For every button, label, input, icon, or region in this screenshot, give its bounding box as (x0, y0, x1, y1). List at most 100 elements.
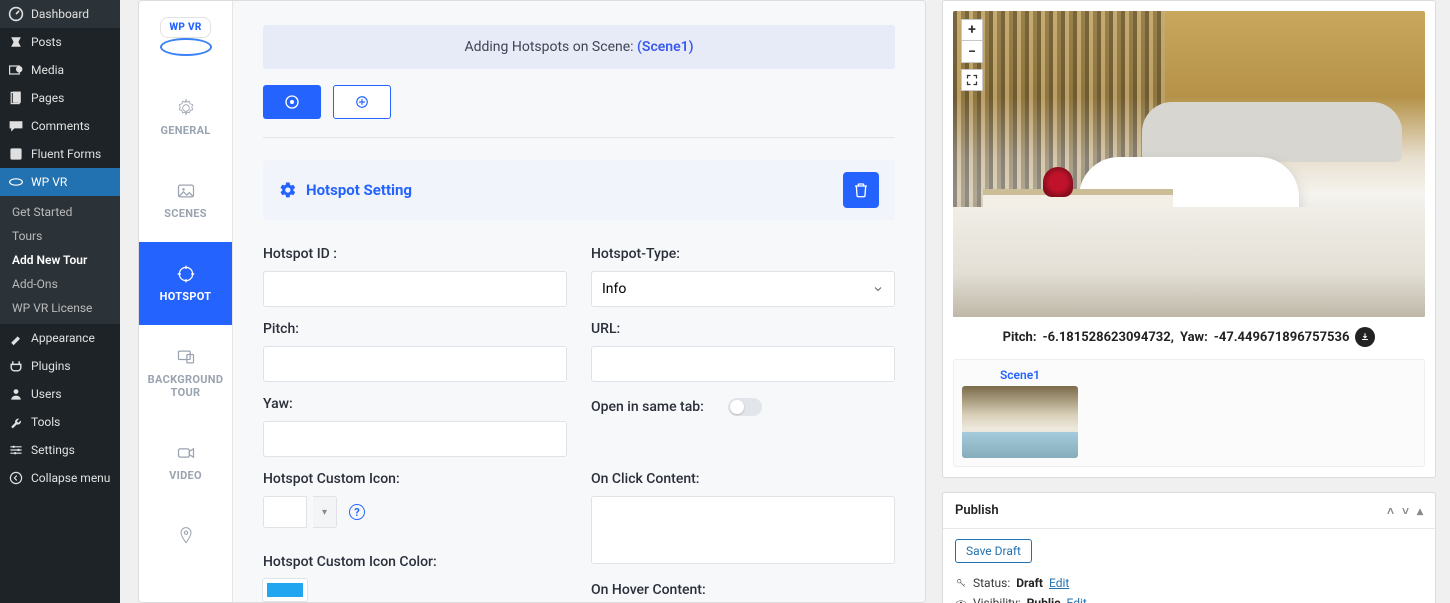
image-icon (176, 181, 196, 201)
menu-wp-vr[interactable]: WP VR (0, 168, 120, 196)
video-icon (176, 443, 196, 463)
input-hotspot-id[interactable] (263, 271, 567, 307)
tab-background-tour[interactable]: BACKGROUND TOUR (139, 325, 232, 421)
label-on-click: On Click Content: (591, 471, 895, 487)
tab-label: SCENES (164, 207, 207, 220)
visibility-edit-link[interactable]: Edit (1066, 596, 1086, 603)
save-draft-button[interactable]: Save Draft (955, 539, 1032, 563)
menu-fluent-forms[interactable]: Fluent Forms (0, 140, 120, 168)
menu-dashboard[interactable]: Dashboard (0, 0, 120, 28)
field-yaw: Yaw: (263, 396, 567, 457)
logo-ring-icon (160, 38, 212, 56)
field-pitch: Pitch: (263, 321, 567, 382)
field-hotspot-type: Hotspot-Type: Info (591, 246, 895, 307)
menu-label: Dashboard (31, 7, 89, 21)
input-pitch[interactable] (263, 346, 567, 382)
hotspot-add-button[interactable] (333, 85, 391, 119)
wrench-icon (8, 414, 24, 430)
divider (263, 137, 895, 138)
info-icon[interactable]: ? (349, 504, 365, 520)
menu-plugins[interactable]: Plugins (0, 352, 120, 380)
menu-label: Collapse menu (31, 471, 110, 485)
tab-video[interactable]: VIDEO (139, 421, 232, 504)
label-pitch: Pitch: (263, 321, 567, 337)
vr-icon (8, 174, 24, 190)
tab-scenes[interactable]: SCENES (139, 159, 232, 242)
tab-map[interactable] (139, 504, 232, 568)
menu-settings[interactable]: Settings (0, 436, 120, 464)
collapse-icon (8, 470, 24, 486)
menu-label: Comments (31, 119, 90, 133)
visibility-value: Public (1027, 596, 1061, 603)
icon-picker-box[interactable] (263, 496, 307, 528)
preview-card: + − Pitch: -6.181528623094732, Yaw: -47.… (942, 0, 1436, 478)
menu-media[interactable]: Media (0, 56, 120, 84)
side-tabs: WP VR GENERAL SCENES HOTSPOT BACKGROUND … (139, 1, 233, 602)
menu-appearance[interactable]: Appearance (0, 324, 120, 352)
form-icon (8, 146, 24, 162)
menu-collapse[interactable]: Collapse menu (0, 464, 120, 492)
caret-up-icon[interactable]: ▴ (1417, 504, 1423, 518)
menu-users[interactable]: Users (0, 380, 120, 408)
icon-picker-dropdown[interactable]: ▾ (313, 496, 337, 528)
hotspot-tab-active[interactable] (263, 85, 321, 119)
scene-thumbnails: Scene1 (953, 359, 1425, 467)
form-grid: Hotspot ID : Hotspot-Type: Info Pitch: U… (263, 246, 895, 602)
hotspot-dot-icon (284, 94, 300, 110)
section-header: Hotspot Setting (263, 160, 895, 220)
banner-scene-link[interactable]: (Scene1) (637, 39, 694, 55)
select-hotspot-type[interactable]: Info (591, 271, 895, 307)
delete-hotspot-button[interactable] (843, 172, 879, 208)
yaw-label: Yaw: (1180, 330, 1208, 345)
label-hotspot-type: Hotspot-Type: (591, 246, 895, 262)
key-icon (955, 577, 967, 589)
panorama-preview[interactable]: + − (953, 11, 1425, 317)
pitch-label: Pitch: (1003, 330, 1037, 345)
scene-thumbnail[interactable] (962, 386, 1078, 458)
status-label: Status: (973, 576, 1010, 590)
submenu-add-new-tour[interactable]: Add New Tour (0, 248, 120, 272)
fullscreen-button[interactable] (961, 69, 983, 91)
hotspot-tabs (263, 85, 895, 119)
chevron-down-icon[interactable]: ˅ (1402, 504, 1409, 518)
submenu-addons[interactable]: Add-Ons (0, 272, 120, 296)
pitch-yaw-readout: Pitch: -6.181528623094732, Yaw: -47.4496… (953, 317, 1425, 351)
visibility-row: Visibility: Public Edit (955, 593, 1423, 603)
menu-pages[interactable]: Pages (0, 84, 120, 112)
wpvr-submenu: Get Started Tours Add New Tour Add-Ons W… (0, 196, 120, 324)
publish-body: Save Draft Status: Draft Edit Visibility… (943, 529, 1435, 603)
status-edit-link[interactable]: Edit (1049, 576, 1069, 590)
pano-controls: + − (961, 19, 983, 91)
tab-hotspot[interactable]: HOTSPOT (139, 242, 232, 325)
menu-label: WP VR (31, 175, 67, 189)
input-url[interactable] (591, 346, 895, 382)
submenu-license[interactable]: WP VR License (0, 296, 120, 320)
label-open-same-tab: Open in same tab: (591, 399, 704, 415)
label-yaw: Yaw: (263, 396, 567, 412)
field-url: URL: (591, 321, 895, 382)
tab-general[interactable]: GENERAL (139, 76, 232, 159)
label-on-hover: On Hover Content: (591, 582, 895, 598)
zoom-in-button[interactable]: + (961, 19, 983, 41)
download-icon (1360, 332, 1370, 342)
plug-icon (8, 358, 24, 374)
chevron-up-icon[interactable]: ˄ (1387, 504, 1394, 518)
menu-label: Appearance (31, 331, 95, 345)
menu-label: Users (31, 387, 62, 401)
zoom-out-button[interactable]: − (961, 41, 983, 63)
label-icon-color: Hotspot Custom Icon Color: (263, 554, 567, 570)
menu-comments[interactable]: Comments (0, 112, 120, 140)
sliders-icon (8, 442, 24, 458)
menu-label: Settings (31, 443, 75, 457)
menu-tools[interactable]: Tools (0, 408, 120, 436)
submenu-get-started[interactable]: Get Started (0, 200, 120, 224)
submenu-tours[interactable]: Tours (0, 224, 120, 248)
tab-label: VIDEO (169, 469, 202, 482)
capture-angle-button[interactable] (1355, 327, 1375, 347)
input-yaw[interactable] (263, 421, 567, 457)
color-swatch[interactable] (263, 579, 307, 601)
menu-posts[interactable]: Posts (0, 28, 120, 56)
textarea-on-click[interactable] (591, 496, 895, 564)
pin-icon (176, 526, 196, 546)
toggle-open-same-tab[interactable] (728, 398, 762, 416)
